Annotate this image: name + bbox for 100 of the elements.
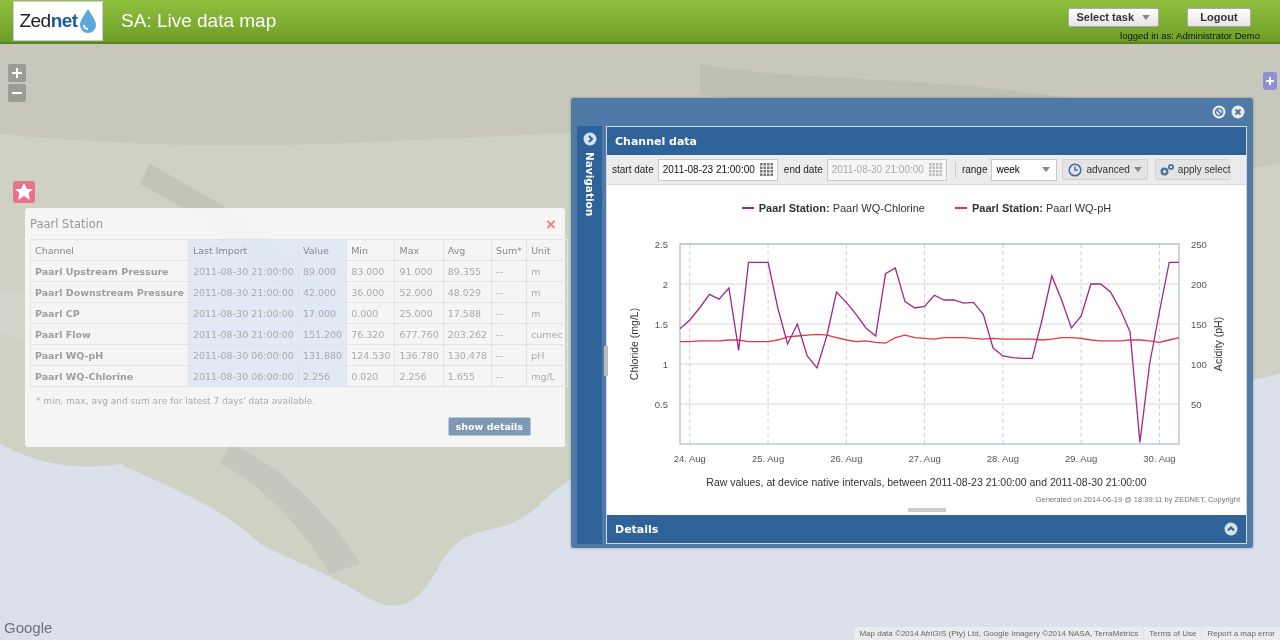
table-cell: Paarl Upstream Pressure [30,260,189,282]
axis-tick-label: 2 [662,279,668,290]
table-cell: Paarl Flow [30,323,189,345]
table-cell: pH [526,344,568,366]
column-header: Sum* [491,239,527,261]
table-cell: 130.478 [443,344,492,366]
table-cell: Paarl Downstream Pressure [30,281,189,303]
map-link[interactable]: Report a map error [1202,627,1280,640]
table-cell: 83.000 [346,260,395,282]
column-header: Channel [30,239,189,261]
column-header: Unit [526,239,568,261]
caret-icon [1142,14,1150,20]
star-marker-icon[interactable] [13,181,35,203]
legend-label: Paarl Station: Paarl WQ-pH [971,202,1112,214]
table-cell: 136.780 [394,344,444,366]
axis-tick-label: 1.5 [654,319,668,330]
table-cell: -- [491,365,527,387]
table-cell: 677.760 [394,323,444,345]
table-cell: Paarl CP [30,302,189,324]
field-label: start date [612,164,654,175]
table-cell: 48.029 [443,281,492,303]
axis-tick-label: 1 [662,359,668,370]
table-cell: m [526,281,568,303]
axis-tick-label: 200 [1190,279,1207,290]
axis-tick-label: 250 [1190,239,1207,250]
logo: Zednet [13,1,103,41]
zoom-out-icon[interactable] [8,84,26,102]
field-label: range [961,164,988,175]
axis-tick-label: 24. Aug [673,453,706,464]
splitter-handle[interactable] [907,508,946,512]
table-cell: -- [491,302,527,324]
water-drop-icon [78,8,97,34]
table-cell: Paarl WQ-Chlorine [30,365,189,387]
table-cell: -- [491,323,527,345]
calendar-icon [928,162,943,177]
table-cell: -- [491,281,527,303]
caret-icon [1042,167,1051,172]
table-cell: m [526,260,568,282]
map-link[interactable]: Terms of Use [1144,627,1202,640]
table-cell: mg/L [526,365,568,387]
table-cell: 17.588 [443,302,492,324]
table-cell: 2.256 [394,365,444,387]
chart-caption: Raw values, at device native intervals, between 2011-08-23 21:00:00 and 2011-08-30 21:00:00 [706,476,1147,488]
table-cell: -- [491,260,527,282]
column-header: Avg [443,239,492,261]
details-panel-header[interactable]: Details [607,515,1246,543]
expand-icon[interactable] [1263,72,1277,90]
axis-tick-label: 28. Aug [986,453,1019,464]
logout-button[interactable]: Logout [1187,7,1251,27]
table-cell: m [526,302,568,324]
table-cell: 0.000 [346,302,395,324]
axis-tick-label: 26. Aug [829,453,862,464]
table-cell: 89.355 [443,260,492,282]
column-header: Max [394,239,444,261]
axis-title: Acidity (pH) [1211,316,1224,372]
footnote: * min, max, avg and sum are for latest 7 days' data available. [36,396,317,406]
date-field: 2011-08-30 21:00:00 [826,158,947,181]
panel-label: Navigation [583,152,596,217]
date-field[interactable]: 2011-08-23 21:00:00 [657,158,778,181]
panel-title: Channel data [607,127,1246,155]
axis-tick-label: 30. Aug [1142,453,1176,464]
calendar-icon [759,162,774,177]
table-cell: cumec [526,323,568,345]
table-cell: 124.530 [346,344,395,366]
zoom-in-icon[interactable] [8,64,26,82]
table-cell: 203.262 [443,323,492,345]
axis-tick-label: 100 [1190,359,1207,370]
axis-tick-label: 25. Aug [751,453,784,464]
collapse-handle[interactable] [604,346,608,376]
axis-tick-label: 0.5 [654,399,668,410]
close-icon[interactable] [1231,105,1245,119]
column-header: Value [298,239,347,261]
popup-title: Paarl Station [30,217,103,231]
axis-tick-label: 50 [1190,399,1202,410]
caret-icon [1133,167,1142,172]
table-cell: 52.000 [394,281,444,303]
table-cell: 36.000 [346,281,395,303]
advanced-button[interactable]: advanced [1062,159,1148,180]
table-cell: -- [491,344,527,366]
range-dropdown[interactable]: week [991,158,1058,181]
table-cell: 1.655 [443,365,492,387]
field-label: end date [783,164,823,175]
app-title: SA: Live data map [121,10,277,32]
table-cell: 0.020 [346,365,395,387]
column-header: Min [346,239,395,261]
column-header: Last Import [188,239,299,261]
map-logo: Google [4,619,53,636]
axis-tick-label: 29. Aug [1064,453,1097,464]
legend-label: Paarl Station: Paarl WQ-Chlorine [758,202,925,214]
map-attribution: Map data ©2014 AfriGIS (Pty) Ltd, Google Imagery ©2014 NASA, TerraMetrics [854,627,1144,640]
table-cell: 91.000 [394,260,444,282]
axis-title: Chloride (mg/L) [627,307,640,381]
table-cell: Paarl WQ-pH [30,344,189,366]
clock-icon [1068,162,1083,177]
axis-tick-label: 27. Aug [908,453,941,464]
axis-tick-label: 2.5 [654,239,668,250]
select-task-dropdown[interactable]: Select task [1067,7,1159,27]
navigation-panel[interactable]: Navigation [577,126,602,544]
apply-button[interactable]: apply select [1154,159,1231,180]
table-cell: 25.000 [394,302,444,324]
